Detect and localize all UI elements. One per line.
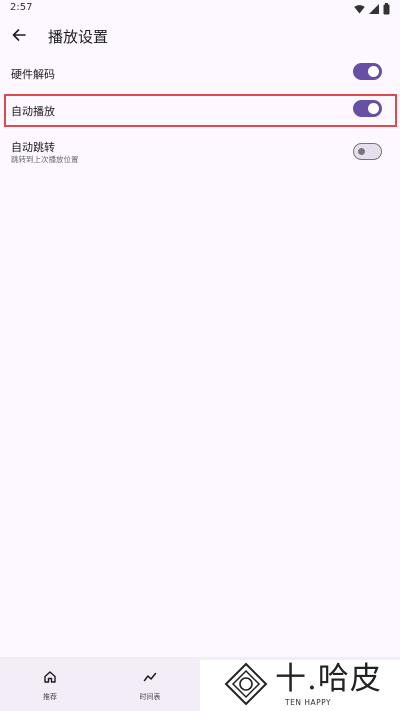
status-icons <box>354 3 390 15</box>
nav-item-schedule[interactable]: 时间表 <box>100 657 200 711</box>
watermark-text: 十.哈皮 <box>275 661 382 697</box>
app-bar: 播放设置 <box>0 18 400 54</box>
status-time: 2:57 <box>10 2 33 13</box>
nav-label-schedule: 时间表 <box>139 693 161 701</box>
auto-jump-sublabel: 跳转到上次播放位置 <box>11 155 79 164</box>
battery-icon <box>383 3 390 15</box>
toggle-knob <box>357 147 365 155</box>
setting-auto-jump[interactable]: 自动跳转 跳转到上次播放位置 <box>0 134 400 170</box>
hardware-decode-toggle[interactable] <box>353 63 382 80</box>
signal-icon <box>369 4 379 14</box>
watermark-subtext: TEN HAPPY <box>285 698 332 707</box>
autoplay-label: 自动播放 <box>11 105 55 118</box>
page-title: 播放设置 <box>48 28 109 46</box>
nav-label-recommend: 推荐 <box>43 693 57 701</box>
wifi-icon <box>354 5 365 14</box>
back-arrow-icon <box>12 29 26 41</box>
auto-jump-toggle[interactable] <box>353 143 382 160</box>
auto-jump-label: 自动跳转 <box>11 141 55 154</box>
watermark: 十.哈皮 TEN HAPPY <box>200 660 400 711</box>
nav-item-recommend[interactable]: 推荐 <box>0 657 100 711</box>
home-icon <box>44 671 56 683</box>
hardware-decode-label: 硬件解码 <box>11 68 55 81</box>
setting-hardware-decode[interactable]: 硬件解码 <box>0 58 400 88</box>
back-button[interactable] <box>6 22 32 48</box>
setting-autoplay[interactable]: 自动播放 <box>0 95 400 125</box>
status-bar: 2:57 <box>0 0 400 18</box>
trend-icon <box>143 672 157 682</box>
autoplay-toggle[interactable] <box>353 100 382 117</box>
toggle-knob <box>368 103 379 114</box>
toggle-knob <box>368 66 379 77</box>
watermark-logo-icon <box>224 662 268 706</box>
